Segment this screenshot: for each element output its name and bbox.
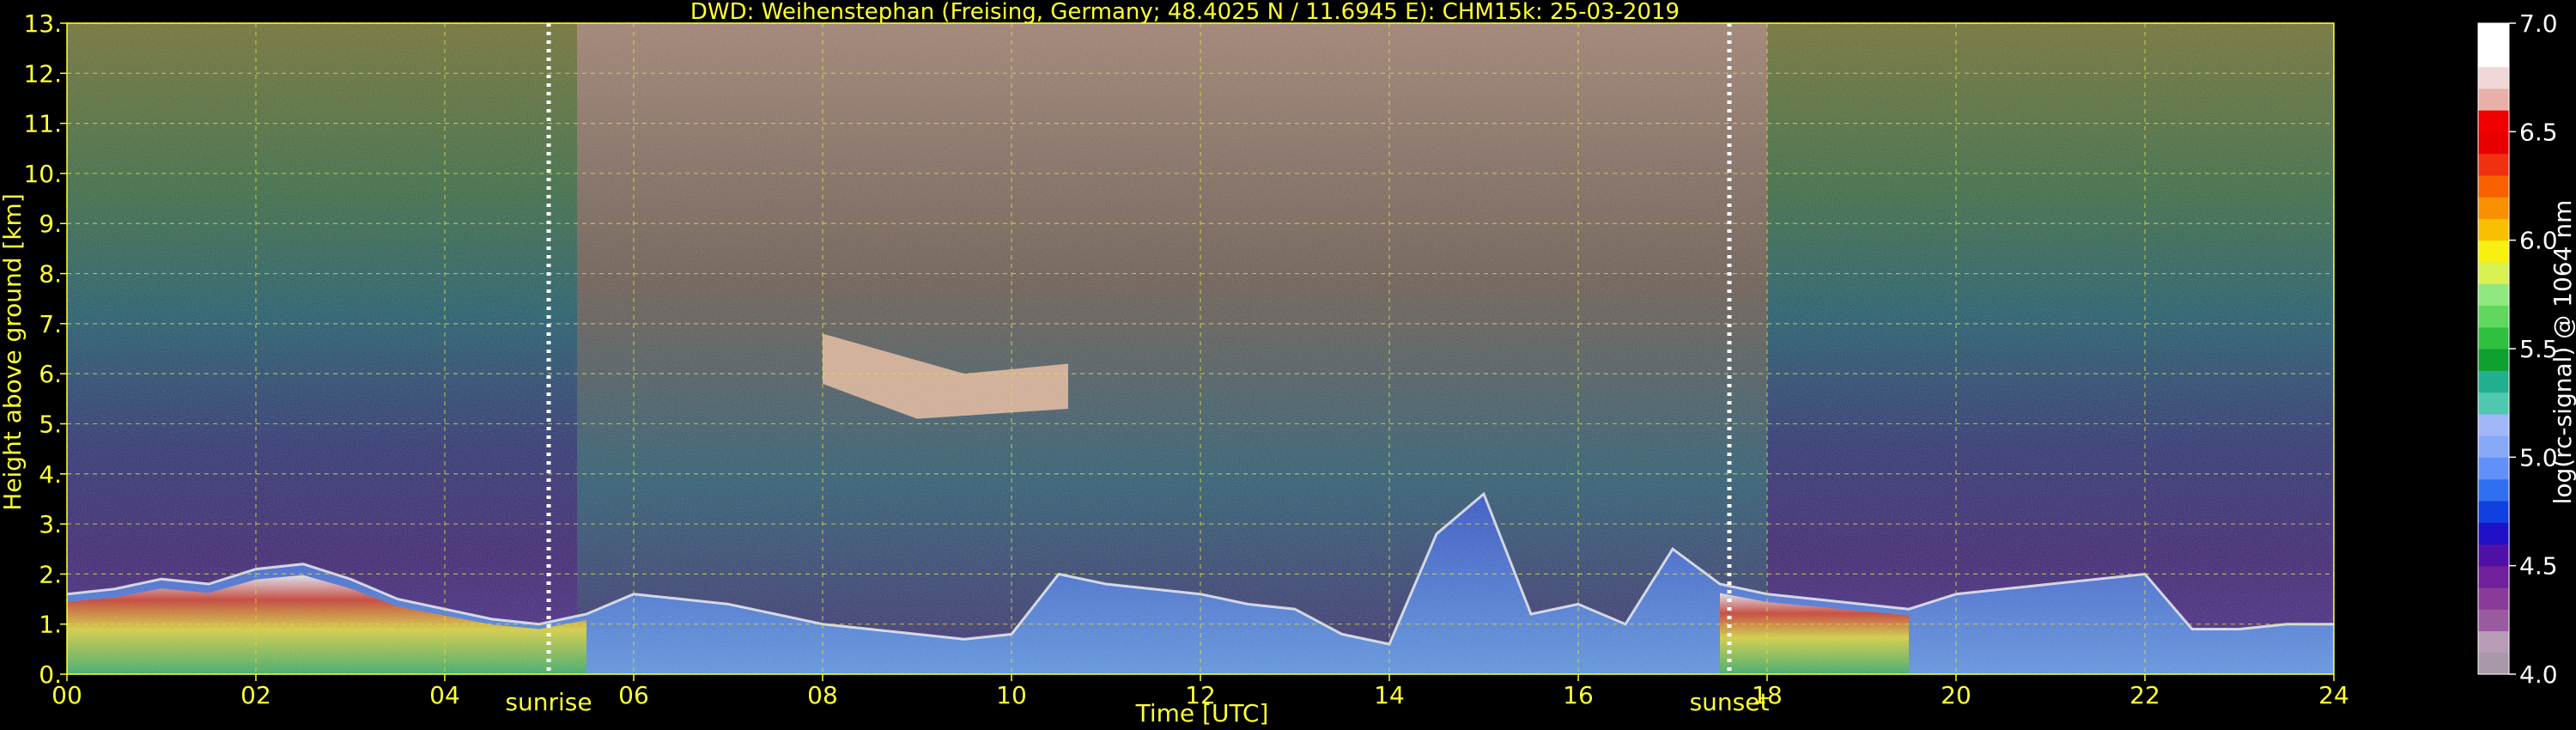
colorbar-segment: [2478, 565, 2509, 588]
y-tick-label: 5.: [39, 410, 62, 438]
colorbar-segment: [2478, 349, 2509, 371]
colorbar-segment: [2478, 326, 2509, 350]
y-tick-label: 2.: [39, 560, 62, 588]
colorbar-segment: [2478, 457, 2509, 480]
x-tick-label: 22: [2129, 681, 2160, 709]
colorbar-segment: [2478, 23, 2509, 46]
x-tick-label: 08: [807, 681, 838, 709]
colorbar-segment: [2478, 435, 2509, 458]
x-tick-label: 24: [2318, 681, 2349, 709]
x-tick-label: 10: [996, 681, 1027, 709]
y-tick-label: 8.: [39, 260, 62, 289]
y-tick-label: 4.: [39, 460, 62, 489]
colorbar-segment: [2478, 218, 2509, 241]
colorbar-segment: [2478, 174, 2509, 198]
plot-area: [66, 22, 2335, 675]
colorbar: [2477, 22, 2510, 675]
colorbar-segment: [2478, 240, 2509, 263]
colorbar-segment: [2478, 45, 2509, 68]
colorbar-segment: [2478, 153, 2509, 176]
colorbar-segment: [2478, 652, 2509, 675]
chart-title: DWD: Weihenstephan (Freising, Germany; 4…: [690, 0, 1680, 25]
colorbar-segment: [2478, 500, 2509, 523]
colorbar-segment: [2478, 261, 2509, 284]
colorbar-segment: [2478, 197, 2509, 219]
ceilometer-figure: 00 02 04 06 08 10 12 14 16 18 20 22 24 0.1.2.3.4.5.6…: [0, 0, 2576, 727]
colorbar-tick-label: 7.0: [2519, 9, 2558, 38]
y-tick-label: 6.: [39, 360, 62, 388]
colorbar-label: log(rc-signal) @ 1064 nm: [2549, 200, 2576, 505]
colorbar-segment: [2478, 630, 2509, 654]
colorbar-segment: [2478, 110, 2509, 132]
x-tick-label: 16: [1563, 681, 1594, 709]
colorbar-segment: [2478, 88, 2509, 111]
y-tick-label: 3.: [39, 510, 62, 538]
colorbar-segment: [2478, 413, 2509, 436]
y-tick-label: 10.: [23, 160, 62, 188]
colorbar-segment: [2478, 587, 2509, 610]
colorbar-tick-label: 6.5: [2519, 118, 2558, 146]
x-tick-label: 04: [429, 681, 460, 709]
colorbar-segment: [2478, 305, 2509, 328]
colorbar-segment: [2478, 392, 2509, 415]
y-tick-label: 13.: [23, 9, 62, 38]
colorbar-segment: [2478, 66, 2509, 89]
y-axis-label: Height above ground [km]: [0, 193, 27, 511]
y-tick-label: 1.: [39, 611, 62, 639]
colorbar-tick-label: 4.5: [2519, 552, 2558, 581]
colorbar-tick-label: 4.0: [2519, 660, 2558, 689]
x-tick-label: 14: [1374, 681, 1405, 709]
colorbar-segment: [2478, 478, 2509, 502]
sunrise-label: sunrise: [505, 688, 592, 716]
x-axis-label: Time [UTC]: [1135, 699, 1269, 727]
x-tick-label: 02: [240, 681, 271, 709]
y-axis-ticks: 0. 1. 2. 3. 4. 5. 6. 7. 8. 9. 10. 11. 12. 13.: [23, 9, 67, 689]
colorbar-segment: [2478, 283, 2509, 307]
y-tick-label: 12.: [23, 59, 62, 88]
x-tick-label: 20: [1941, 681, 1971, 709]
sunset-label: sunset: [1690, 688, 1770, 716]
colorbar-segment: [2478, 131, 2509, 155]
colorbar-segment: [2478, 544, 2509, 567]
y-tick-label: 7.: [39, 310, 62, 338]
y-tick-label: 11.: [23, 110, 62, 138]
y-tick-label: 0.: [39, 660, 62, 689]
colorbar-segment: [2478, 522, 2509, 544]
colorbar-segment: [2478, 370, 2509, 393]
colorbar-segment: [2478, 609, 2509, 632]
x-tick-label: 06: [618, 681, 649, 709]
y-tick-label: 9.: [39, 210, 62, 238]
